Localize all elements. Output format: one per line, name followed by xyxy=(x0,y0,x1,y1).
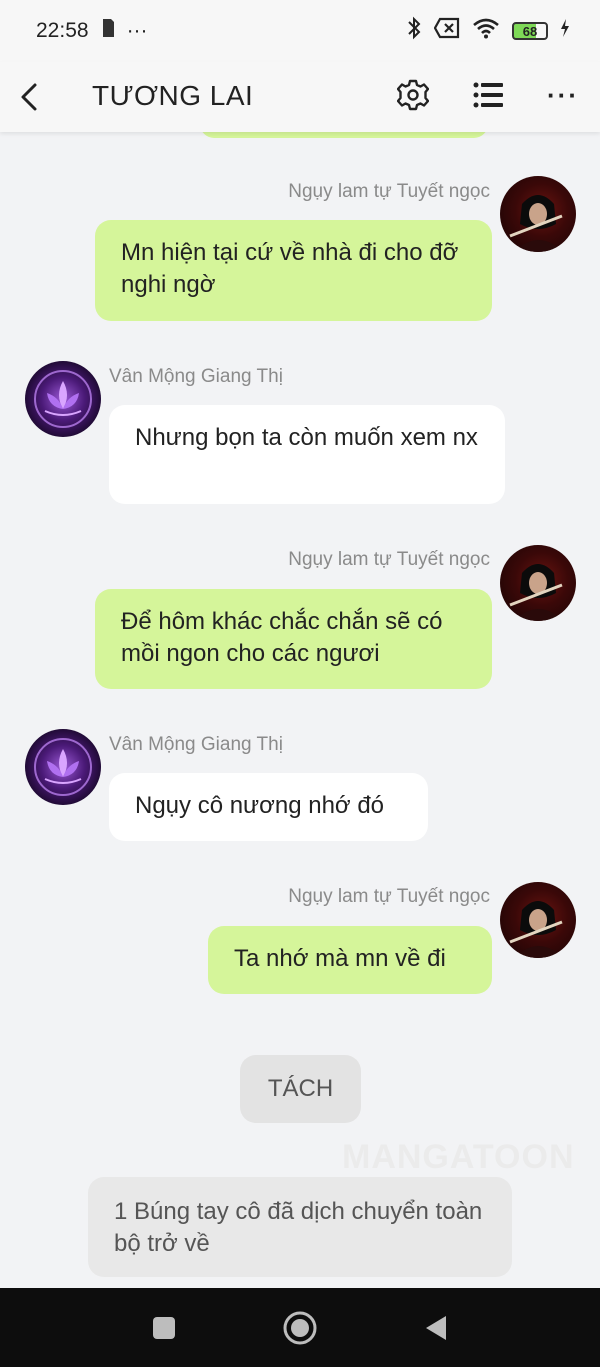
recent-apps-icon[interactable] xyxy=(146,1310,182,1346)
narration-bubble[interactable]: 1 Búng tay cô đã dịch chuyển toàn bộ trở… xyxy=(88,1177,512,1277)
charging-icon xyxy=(560,19,570,43)
status-right: 68 xyxy=(406,16,570,46)
avatar[interactable] xyxy=(25,361,101,437)
app-bar: TƯƠNG LAI ··· xyxy=(0,62,600,132)
avatar-image-icon xyxy=(509,901,564,958)
gear-icon[interactable] xyxy=(394,76,432,114)
sender-name: Ngụy lam tự Tuyết ngọc xyxy=(288,549,490,570)
system-nav-bar xyxy=(0,1288,600,1367)
page-title: TƯƠNG LAI xyxy=(92,80,254,111)
more-icon[interactable]: ··· xyxy=(544,76,582,114)
message-text: Nhưng bọn ta còn muốn xem nx xyxy=(135,424,478,451)
back-icon[interactable] xyxy=(14,76,44,118)
message-text: Ngụy cô nương nhớ đó xyxy=(135,792,385,819)
watermark: MANGATOON xyxy=(342,1138,575,1176)
sender-name: Vân Mộng Giang Thị xyxy=(109,366,283,387)
avatar[interactable] xyxy=(25,729,101,805)
message-bubble[interactable]: Để hôm khác chắc chắn sẽ có mồi ngon cho… xyxy=(95,589,492,689)
avatar-image-icon xyxy=(509,564,564,621)
back-nav-icon[interactable] xyxy=(418,1310,454,1346)
sound-effect-bubble[interactable]: TÁCH xyxy=(240,1055,361,1123)
message-bubble[interactable]: Mn hiện tại cứ về nhà đi cho đỡ nghi ngờ xyxy=(95,220,492,321)
sender-name: Ngụy lam tự Tuyết ngọc xyxy=(288,886,490,907)
avatar[interactable] xyxy=(500,882,576,958)
status-bar: 22:58 ··· 68 xyxy=(0,0,600,62)
lotus-icon xyxy=(34,738,92,796)
sender-name: Vân Mộng Giang Thị xyxy=(109,734,283,755)
message-text: Để hôm khác chắc chắn sẽ có mồi ngon cho… xyxy=(121,608,443,667)
message-text: Mn hiện tại cứ về nhà đi cho đỡ nghi ngờ xyxy=(121,239,459,298)
home-icon[interactable] xyxy=(282,1310,318,1346)
message-bubble[interactable]: Ngụy cô nương nhớ đó xyxy=(109,773,428,841)
message-bubble[interactable]: Nhưng bọn ta còn muốn xem nx xyxy=(109,405,505,504)
bluetooth-icon xyxy=(406,16,422,46)
sim-icon xyxy=(101,18,115,44)
narration-text: 1 Búng tay cô đã dịch chuyển toàn bộ trở… xyxy=(114,1198,483,1257)
status-time: 22:58 xyxy=(36,19,89,42)
wifi-icon xyxy=(472,17,500,45)
battery-icon: 68 xyxy=(512,22,548,40)
avatar[interactable] xyxy=(500,545,576,621)
no-sim-icon xyxy=(433,17,460,45)
message-bubble[interactable]: Ta nhớ mà mn về đi xyxy=(208,926,492,994)
avatar-image-icon xyxy=(509,195,564,252)
status-left: 22:58 ··· xyxy=(36,18,148,44)
list-icon[interactable] xyxy=(470,76,506,114)
status-dots: ··· xyxy=(126,19,148,42)
lotus-icon xyxy=(34,370,92,428)
sender-name: Ngụy lam tự Tuyết ngọc xyxy=(288,181,490,202)
message-text: Ta nhớ mà mn về đi xyxy=(234,945,446,972)
avatar[interactable] xyxy=(500,176,576,252)
